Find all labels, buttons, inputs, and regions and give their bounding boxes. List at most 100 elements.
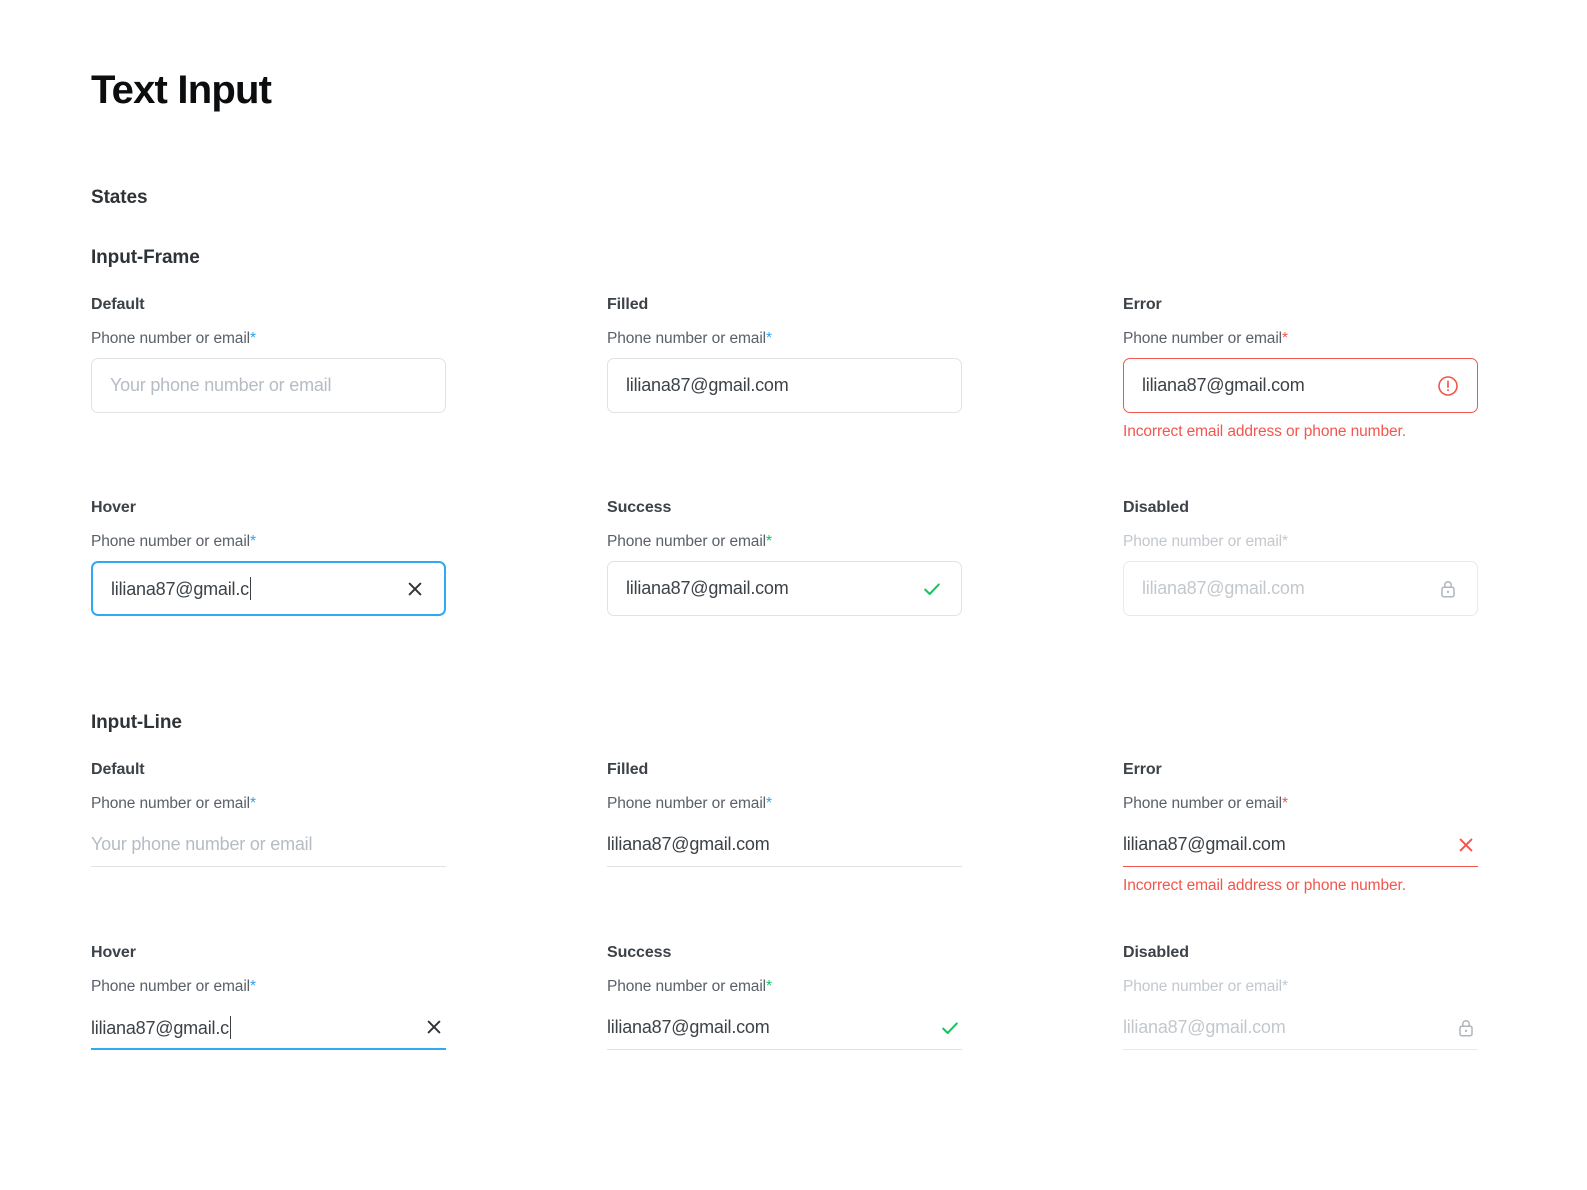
text-input-line-disabled: liliana87@gmail.com bbox=[1123, 1006, 1478, 1050]
lock-icon bbox=[1436, 577, 1460, 601]
text-input-line-success[interactable]: liliana87@gmail.com bbox=[607, 1006, 962, 1050]
section-heading-input-frame: Input-Frame bbox=[91, 247, 200, 268]
text-input-frame-default[interactable]: Your phone number or email bbox=[91, 358, 446, 413]
page-title: Text Input bbox=[91, 68, 272, 112]
field-label-text: Phone number or email bbox=[91, 330, 251, 347]
required-asterisk: * bbox=[250, 533, 256, 550]
required-asterisk: * bbox=[1282, 795, 1288, 812]
text-input-line-default[interactable]: Your phone number or email bbox=[91, 823, 446, 867]
section-heading-states: States bbox=[91, 187, 148, 208]
input-placeholder: Your phone number or email bbox=[91, 834, 313, 854]
field-label: Phone number or email* bbox=[607, 533, 962, 551]
text-input-frame-disabled: liliana87@gmail.com bbox=[1123, 561, 1478, 616]
field-line-default: Default Phone number or email* Your phon… bbox=[91, 761, 446, 895]
field-line-disabled: Disabled Phone number or email* liliana8… bbox=[1123, 944, 1478, 1050]
clear-x-icon[interactable] bbox=[403, 577, 427, 601]
field-label-text: Phone number or email bbox=[1123, 795, 1283, 812]
lock-icon bbox=[1454, 1016, 1478, 1040]
required-asterisk: * bbox=[250, 978, 256, 995]
state-label: Error bbox=[1123, 296, 1162, 313]
text-input-line-hover[interactable]: liliana87@gmail.c bbox=[91, 1006, 446, 1050]
field-frame-hover: Hover Phone number or email* liliana87@g… bbox=[91, 499, 446, 616]
state-label: Success bbox=[607, 499, 672, 516]
field-frame-error: Error Phone number or email* liliana87@g… bbox=[1123, 296, 1478, 441]
required-asterisk: * bbox=[766, 978, 772, 995]
required-asterisk: * bbox=[766, 533, 772, 550]
input-placeholder: Your phone number or email bbox=[110, 375, 332, 395]
required-asterisk: * bbox=[1282, 330, 1288, 347]
field-label: Phone number or email* bbox=[1123, 533, 1478, 551]
field-label-text: Phone number or email bbox=[607, 978, 767, 995]
text-input-spec-page: Text Input States Input-Frame Default Ph… bbox=[0, 0, 1587, 1190]
field-label-text: Phone number or email bbox=[607, 795, 767, 812]
field-line-success: Success Phone number or email* liliana87… bbox=[607, 944, 962, 1050]
state-label: Hover bbox=[91, 499, 136, 516]
field-label: Phone number or email* bbox=[607, 795, 962, 813]
field-line-error: Error Phone number or email* liliana87@g… bbox=[1123, 761, 1478, 895]
required-asterisk: * bbox=[250, 330, 256, 347]
error-message: Incorrect email address or phone number. bbox=[1123, 423, 1406, 440]
field-label-text: Phone number or email bbox=[91, 533, 251, 550]
clear-x-icon[interactable] bbox=[422, 1015, 446, 1039]
field-frame-disabled: Disabled Phone number or email* liliana8… bbox=[1123, 499, 1478, 616]
state-label: Disabled bbox=[1123, 944, 1189, 961]
field-label-text: Phone number or email bbox=[607, 533, 767, 550]
field-label: Phone number or email* bbox=[607, 330, 962, 348]
field-label: Phone number or email* bbox=[1123, 978, 1478, 996]
text-input-frame-error[interactable]: liliana87@gmail.com bbox=[1123, 358, 1478, 413]
field-label-text: Phone number or email bbox=[607, 330, 767, 347]
text-input-line-filled[interactable]: liliana87@gmail.com bbox=[607, 823, 962, 867]
text-caret bbox=[249, 577, 251, 600]
field-label-text: Phone number or email bbox=[1123, 330, 1283, 347]
input-value: liliana87@gmail.com bbox=[607, 834, 770, 854]
field-label: Phone number or email* bbox=[1123, 330, 1478, 348]
field-label: Phone number or email* bbox=[1123, 795, 1478, 813]
field-label-text: Phone number or email bbox=[91, 795, 251, 812]
error-message: Incorrect email address or phone number. bbox=[1123, 877, 1406, 894]
field-line-hover: Hover Phone number or email* liliana87@g… bbox=[91, 944, 446, 1050]
state-label: Error bbox=[1123, 761, 1162, 778]
required-asterisk: * bbox=[1282, 978, 1288, 995]
input-value: liliana87@gmail.c bbox=[91, 1017, 229, 1038]
field-label: Phone number or email* bbox=[91, 330, 446, 348]
field-frame-filled: Filled Phone number or email* liliana87@… bbox=[607, 296, 962, 441]
error-circle-icon bbox=[1436, 374, 1460, 398]
input-value-wrap: liliana87@gmail.c bbox=[91, 1015, 412, 1039]
input-value: liliana87@gmail.c bbox=[111, 579, 249, 599]
field-label: Phone number or email* bbox=[91, 533, 446, 551]
required-asterisk: * bbox=[250, 795, 256, 812]
input-frame-row-1: Default Phone number or email* Your phon… bbox=[91, 296, 1478, 441]
input-value: liliana87@gmail.com bbox=[626, 578, 789, 598]
required-asterisk: * bbox=[766, 795, 772, 812]
input-value: liliana87@gmail.com bbox=[626, 375, 789, 395]
error-x-icon[interactable] bbox=[1454, 833, 1478, 857]
input-frame-row-2: Hover Phone number or email* liliana87@g… bbox=[91, 499, 1478, 616]
text-input-frame-hover[interactable]: liliana87@gmail.c bbox=[91, 561, 446, 616]
field-frame-default: Default Phone number or email* Your phon… bbox=[91, 296, 446, 441]
state-label: Success bbox=[607, 944, 672, 961]
field-label-text: Phone number or email bbox=[1123, 978, 1283, 995]
field-label-text: Phone number or email bbox=[1123, 533, 1283, 550]
text-input-frame-success[interactable]: liliana87@gmail.com bbox=[607, 561, 962, 616]
input-value-wrap: liliana87@gmail.c bbox=[111, 577, 393, 600]
field-label-text: Phone number or email bbox=[91, 978, 251, 995]
input-value: liliana87@gmail.com bbox=[1123, 1017, 1286, 1037]
input-line-row-2: Hover Phone number or email* liliana87@g… bbox=[91, 944, 1478, 1050]
required-asterisk: * bbox=[766, 330, 772, 347]
check-icon bbox=[920, 577, 944, 601]
required-asterisk: * bbox=[1282, 533, 1288, 550]
field-label: Phone number or email* bbox=[91, 978, 446, 996]
state-label: Filled bbox=[607, 296, 649, 313]
input-value: liliana87@gmail.com bbox=[1123, 834, 1286, 854]
text-input-frame-filled[interactable]: liliana87@gmail.com bbox=[607, 358, 962, 413]
state-label: Disabled bbox=[1123, 499, 1189, 516]
text-caret bbox=[229, 1015, 231, 1039]
state-label: Hover bbox=[91, 944, 136, 961]
check-icon bbox=[938, 1016, 962, 1040]
field-label: Phone number or email* bbox=[607, 978, 962, 996]
input-value: liliana87@gmail.com bbox=[1142, 578, 1305, 598]
text-input-line-error[interactable]: liliana87@gmail.com bbox=[1123, 823, 1478, 867]
field-label: Phone number or email* bbox=[91, 795, 446, 813]
state-label: Default bbox=[91, 761, 145, 778]
input-value: liliana87@gmail.com bbox=[1142, 375, 1305, 395]
